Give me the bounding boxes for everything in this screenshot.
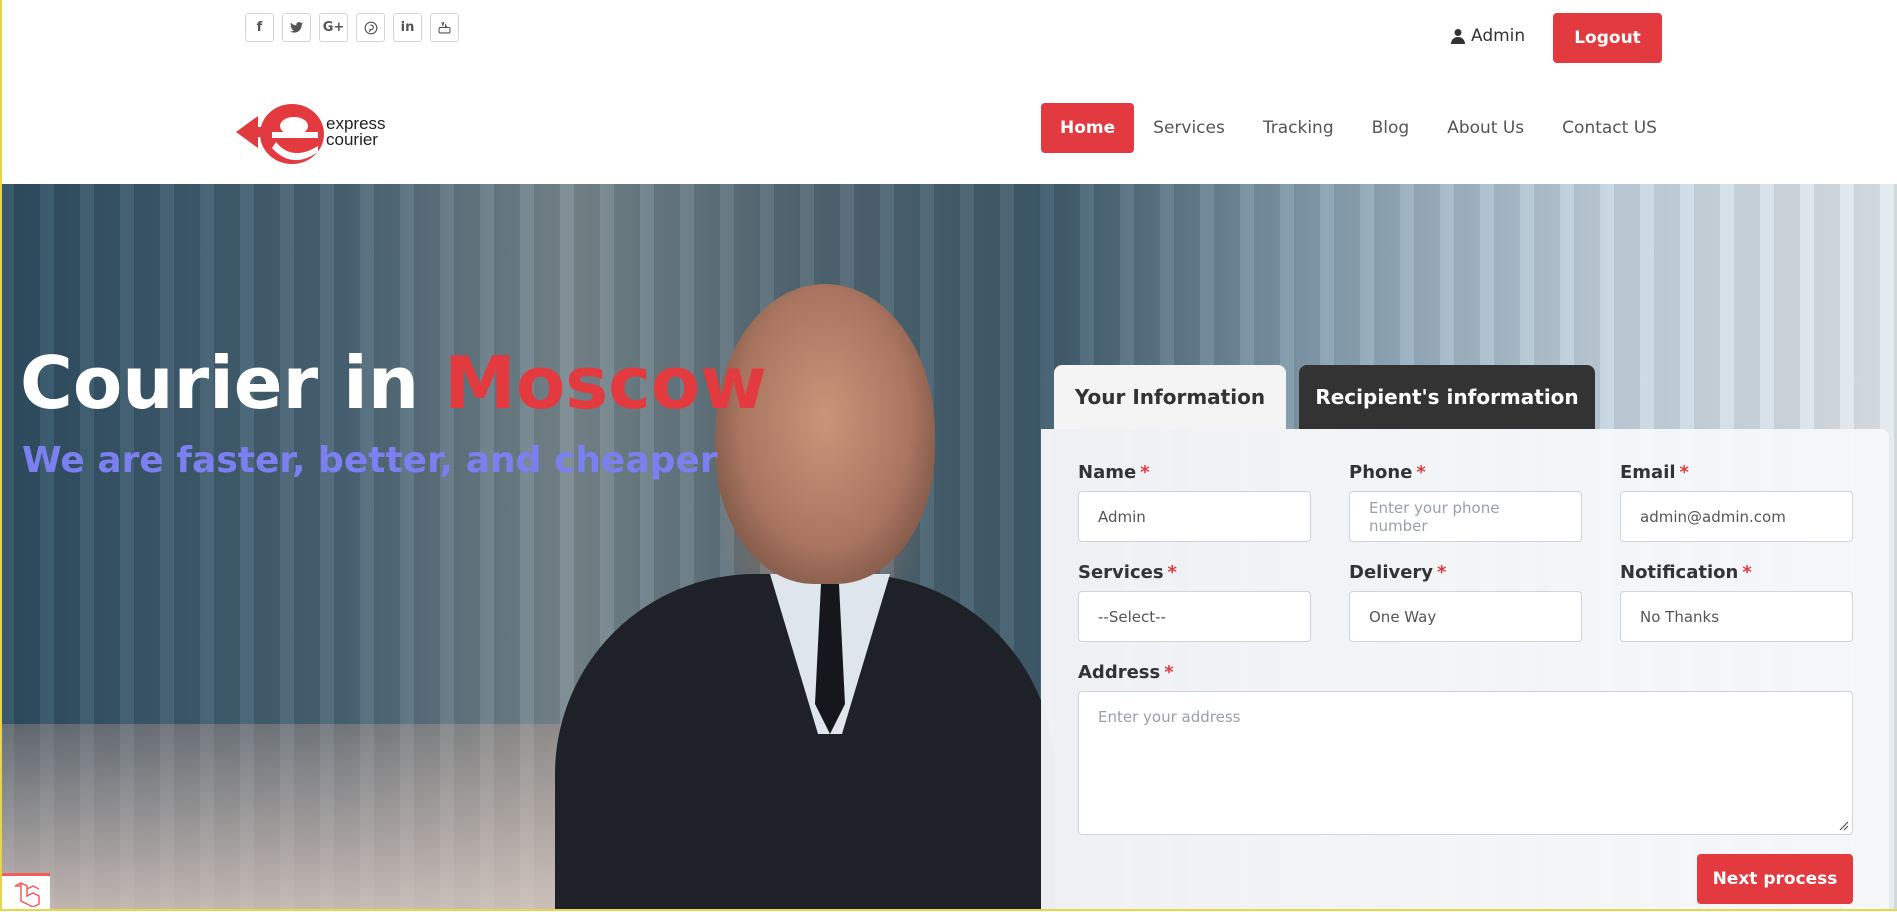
laravel-debug-icon[interactable]: [2, 873, 50, 912]
hero-title: Courier in Moscow: [20, 340, 767, 426]
user-name: Admin: [1471, 26, 1526, 46]
address-label: Address *: [1078, 662, 1174, 683]
google-plus-icon[interactable]: G+: [319, 13, 348, 42]
nav-services[interactable]: Services: [1134, 103, 1244, 153]
services-label: Services *: [1078, 562, 1177, 583]
name-input[interactable]: Admin: [1078, 491, 1311, 542]
email-input[interactable]: admin@admin.com: [1620, 491, 1853, 542]
hero-subtitle: We are faster, better, and cheaper: [22, 440, 718, 481]
logo-line-2: courier: [326, 130, 378, 149]
address-textarea[interactable]: Enter your address: [1078, 691, 1853, 835]
hero-background-ground: [0, 724, 600, 911]
nav-home[interactable]: Home: [1041, 103, 1135, 153]
email-label: Email *: [1620, 462, 1689, 483]
hero-person-head: [715, 284, 935, 584]
services-select[interactable]: --Select--: [1078, 591, 1311, 642]
hero-title-main: Courier in: [20, 341, 420, 425]
resize-handle-icon[interactable]: [1839, 821, 1849, 831]
delivery-label: Delivery *: [1349, 562, 1447, 583]
twitter-icon[interactable]: [282, 13, 311, 42]
phone-input[interactable]: Enter your phone number: [1349, 491, 1582, 542]
tab-your-information[interactable]: Your Information: [1054, 365, 1286, 429]
nav-about-us[interactable]: About Us: [1428, 103, 1543, 153]
phone-label: Phone *: [1349, 462, 1426, 483]
social-links: f G+ in: [245, 13, 459, 42]
logout-button[interactable]: Logout: [1553, 13, 1662, 63]
linkedin-icon[interactable]: in: [393, 13, 422, 42]
notification-select[interactable]: No Thanks: [1620, 591, 1853, 642]
youtube-icon[interactable]: [430, 13, 459, 42]
top-bar: f G+ in Admin Logout: [0, 0, 1897, 73]
address-placeholder: Enter your address: [1098, 708, 1241, 726]
logo-wordmark: express courier: [326, 115, 386, 149]
name-label: Name *: [1078, 462, 1150, 483]
hero-title-city: Moscow: [444, 341, 767, 425]
tab-recipient-information[interactable]: Recipient's information: [1299, 365, 1595, 429]
nav-blog[interactable]: Blog: [1353, 103, 1429, 153]
facebook-icon[interactable]: f: [245, 13, 274, 42]
user-icon: [1451, 29, 1465, 44]
main-nav: Home Services Tracking Blog About Us Con…: [1041, 103, 1676, 153]
notification-label: Notification *: [1620, 562, 1752, 583]
delivery-select[interactable]: One Way: [1349, 591, 1582, 642]
nav-contact-us[interactable]: Contact US: [1543, 103, 1676, 153]
next-process-button[interactable]: Next process: [1697, 854, 1853, 904]
pinterest-icon[interactable]: [356, 13, 385, 42]
user-menu[interactable]: Admin: [1451, 26, 1525, 46]
nav-tracking[interactable]: Tracking: [1244, 103, 1353, 153]
